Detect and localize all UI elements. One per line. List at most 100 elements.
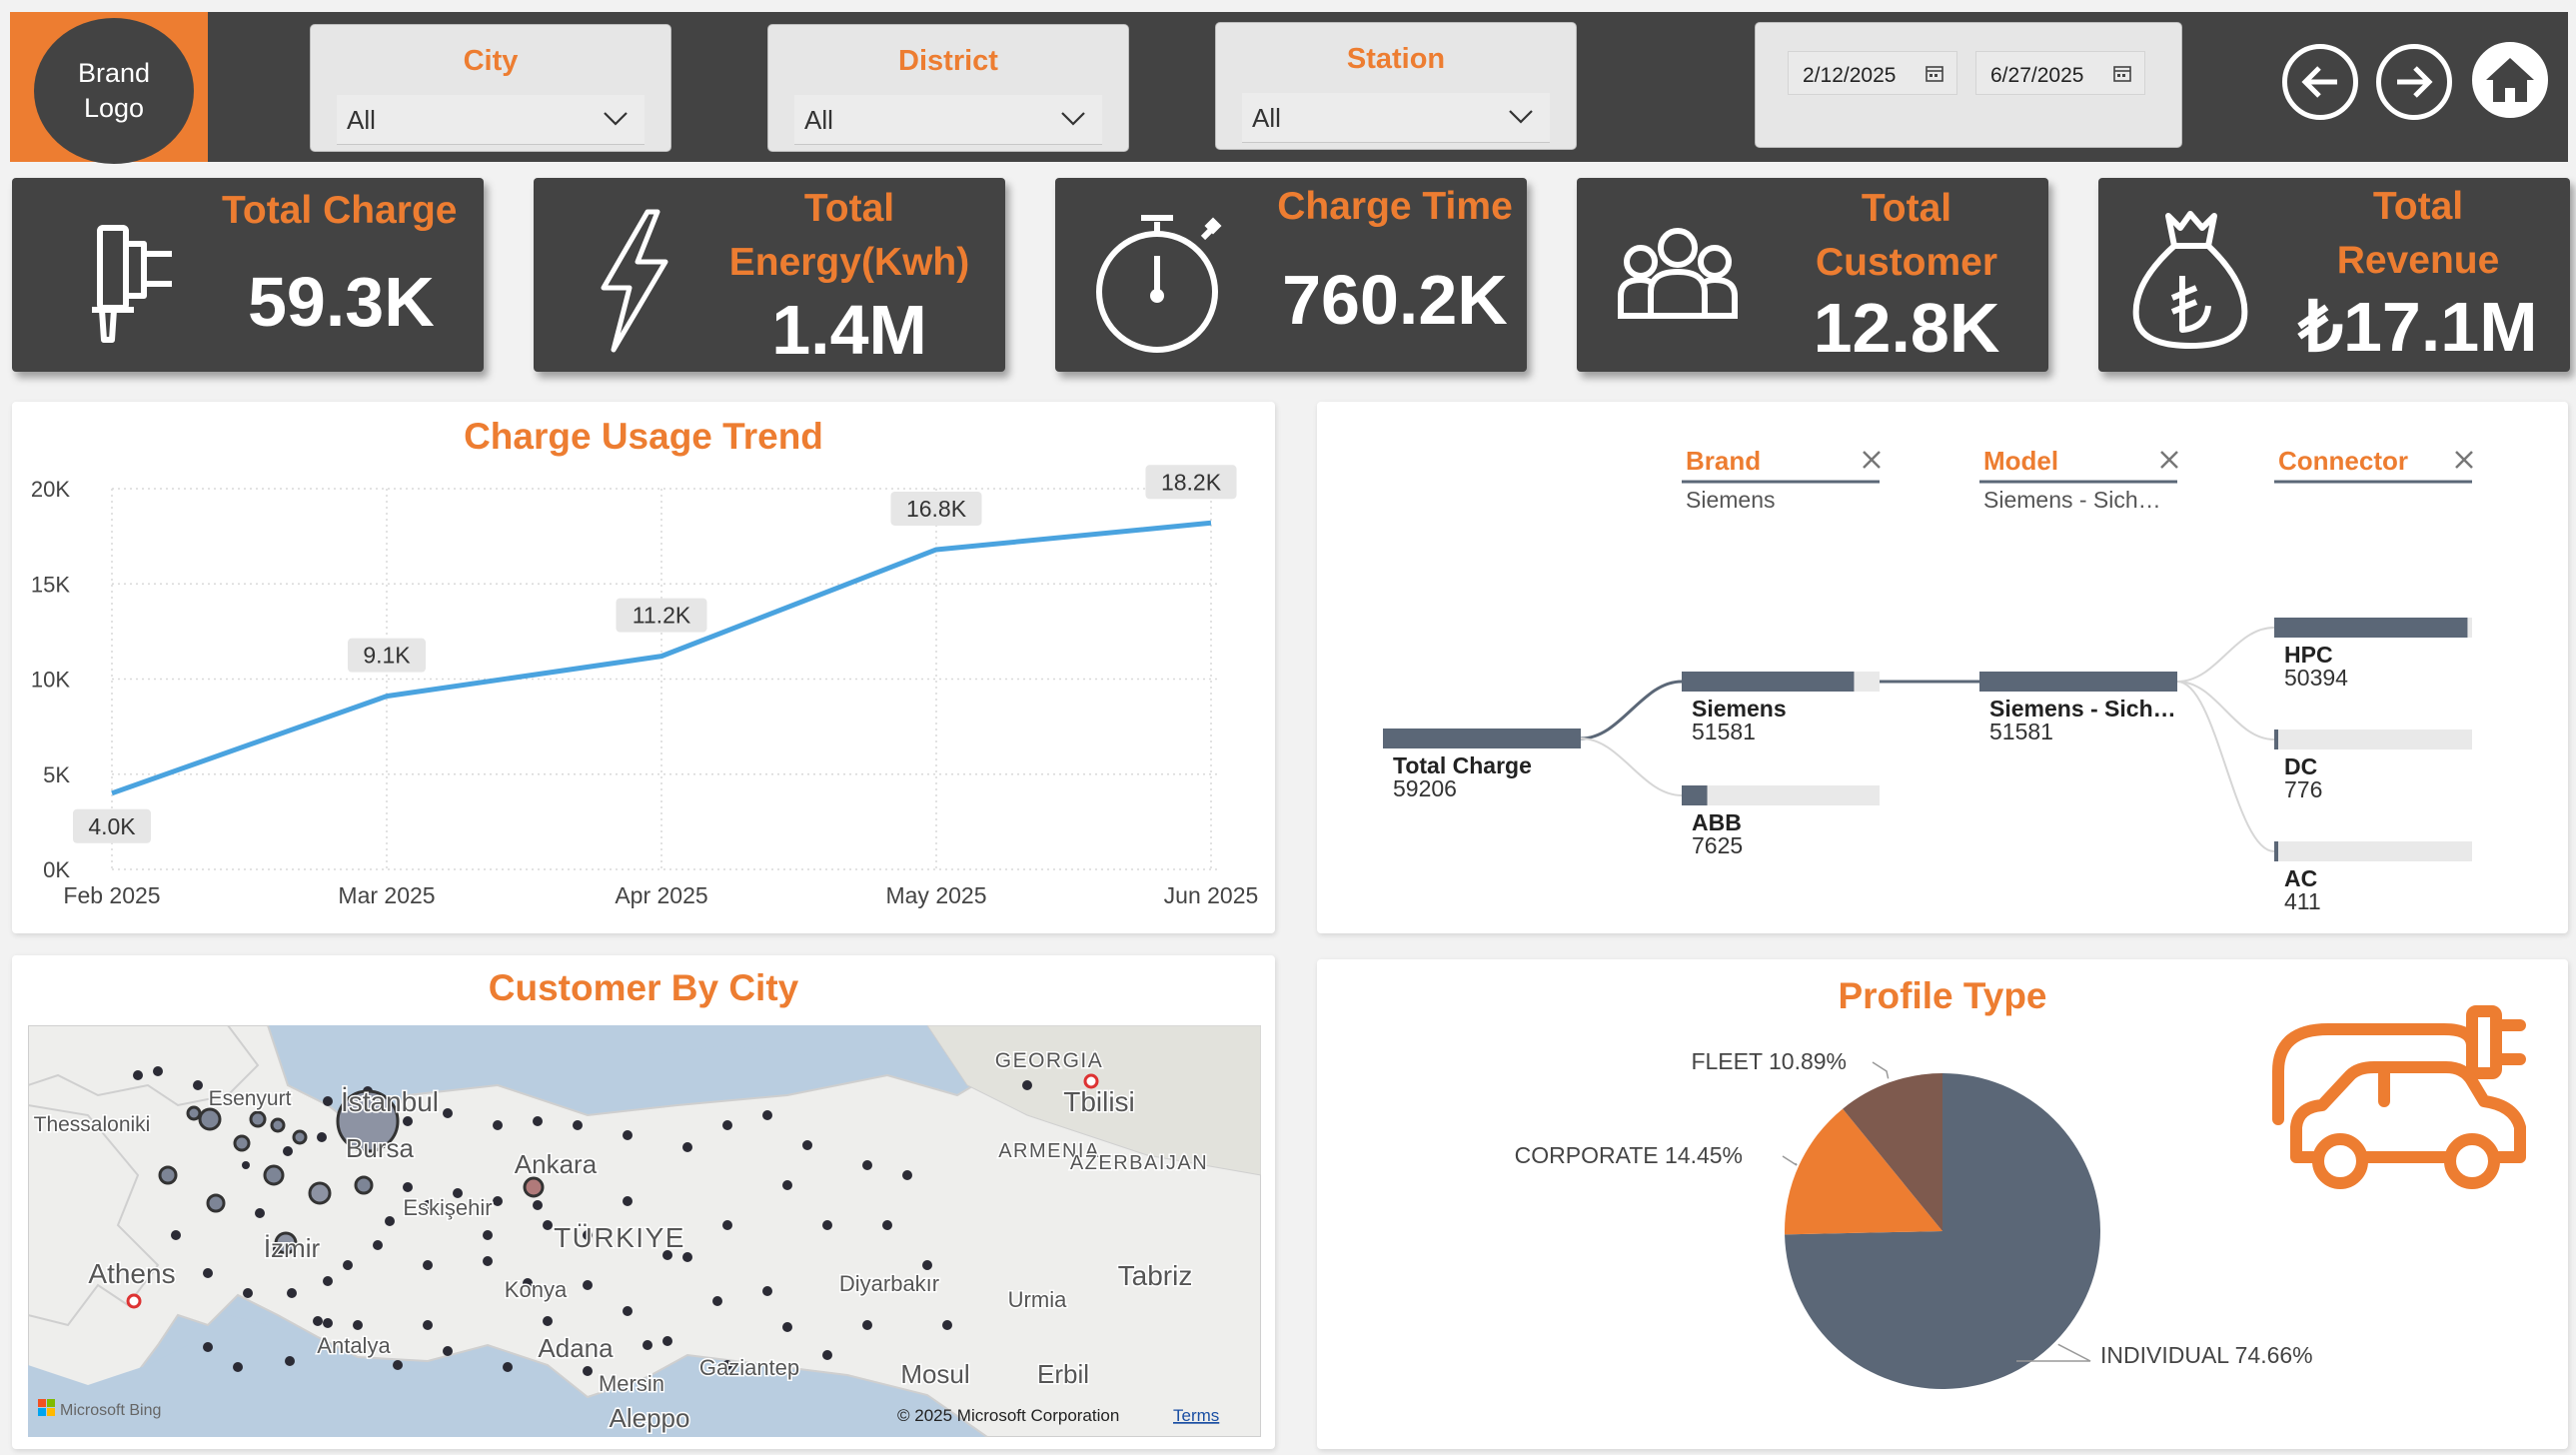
decomposition-tree[interactable]: Brand Siemens Model Siemens - Sich… Connecto… — [1317, 402, 2568, 933]
city-bubble — [133, 1070, 143, 1080]
x-tick-label: Jun 2025 — [1164, 882, 1259, 908]
city-bubble — [443, 1108, 453, 1118]
city-bubble — [922, 1260, 932, 1270]
node-track — [2274, 729, 2472, 749]
city-bubble — [423, 1260, 433, 1270]
station-slicer[interactable]: Station All — [1215, 22, 1577, 150]
calendar-icon[interactable] — [1925, 63, 1944, 83]
map-place-label: Athens — [88, 1258, 175, 1289]
x-tick-label: Apr 2025 — [615, 882, 707, 908]
city-bubble — [1022, 1080, 1032, 1090]
data-label: 9.1K — [363, 643, 411, 669]
end-date-field[interactable]: 6/27/2025 — [1975, 51, 2145, 95]
city-bubble — [153, 1066, 163, 1076]
city-bubble — [493, 1196, 503, 1206]
date-range-slicer[interactable]: 2/12/2025 6/27/2025 — [1755, 22, 2182, 148]
city-bubble — [373, 1240, 383, 1250]
calendar-icon[interactable] — [2112, 63, 2132, 83]
map-place-label: Mersin — [599, 1371, 664, 1396]
city-slicer[interactable]: City All — [310, 24, 671, 152]
city-bubble — [285, 1356, 295, 1366]
city-bubble — [712, 1296, 722, 1306]
district-dropdown[interactable]: All — [794, 95, 1102, 145]
map-place-label: Tbilisi — [1063, 1086, 1135, 1117]
forward-button[interactable] — [2376, 44, 2452, 120]
back-arrow-icon — [2301, 66, 2337, 98]
district-slicer[interactable]: District All — [767, 24, 1129, 152]
customer-map[interactable]: Thessaloniki Esenyurt İstanbul Bursa Ankara E… — [28, 1025, 1261, 1437]
node-track — [2274, 841, 2472, 861]
city-bubble — [423, 1320, 433, 1330]
map-place-label: Bursa — [346, 1133, 414, 1163]
city-bubble — [623, 1196, 633, 1206]
city-bubble — [255, 1208, 265, 1218]
kpi-title: Total Customer — [1815, 187, 1998, 284]
city-bubble — [198, 1107, 222, 1131]
city-bubble — [942, 1320, 952, 1330]
connector-line — [1580, 737, 1683, 796]
node-bar — [2274, 729, 2278, 749]
start-date-field[interactable]: 2/12/2025 — [1788, 51, 1957, 95]
city-bubble — [233, 1134, 251, 1152]
city-bubble — [623, 1306, 633, 1316]
node-bar — [2274, 618, 2468, 638]
city-bubble — [323, 1276, 333, 1286]
level-selection: Siemens - Sich… — [1983, 487, 2161, 513]
stopwatch-icon — [1096, 215, 1222, 353]
pie-label: FLEET 10.89% — [1691, 1048, 1847, 1074]
city-bubble — [353, 1320, 363, 1330]
city-dropdown[interactable]: All — [337, 95, 644, 145]
chevron-down-icon — [1061, 112, 1085, 126]
pie-leader-line — [1782, 1155, 1798, 1166]
map-attribution: Microsoft Bing — [60, 1402, 161, 1419]
district-slicer-title: District — [898, 45, 998, 77]
home-button[interactable] — [2472, 42, 2548, 118]
station-dropdown[interactable]: All — [1242, 93, 1550, 143]
kpi-value: 59.3K — [248, 263, 435, 341]
city-bubble — [862, 1160, 872, 1170]
back-button[interactable] — [2282, 44, 2358, 120]
map-terms-link[interactable]: Terms — [1173, 1406, 1219, 1425]
city-bubble — [233, 1362, 243, 1372]
map-place-label: İstanbul — [341, 1086, 439, 1117]
map-place-label: Konya — [505, 1277, 568, 1302]
data-label: 18.2K — [1161, 469, 1222, 495]
node-value: 776 — [2284, 776, 2322, 802]
kpi-charge-time: Charge Time 760.2K — [1055, 178, 1527, 372]
city-bubble — [283, 1146, 293, 1156]
kpi-title: Total Revenue — [2336, 185, 2500, 282]
brand-logo-text: Brand Logo — [34, 18, 194, 164]
profile-type-card: Profile Type INDIVIDUAL 74.66% CORPORATE … — [1317, 959, 2568, 1449]
city-bubble — [623, 1130, 633, 1140]
city-bubble — [171, 1230, 181, 1240]
city-bubble — [682, 1252, 692, 1262]
map-place-label: Diyarbakır — [839, 1271, 939, 1296]
forward-arrow-icon — [2397, 66, 2433, 98]
kpi-value: 1.4M — [771, 291, 927, 369]
level-header: Model — [1983, 446, 2058, 476]
logo-square — [38, 1408, 46, 1416]
chevron-down-icon — [1509, 110, 1533, 124]
kpi-title: Charge Time — [1277, 185, 1513, 228]
map-place-label: Esenyurt — [209, 1087, 292, 1110]
node-value: 51581 — [1989, 719, 2053, 744]
city-bubble — [902, 1170, 912, 1180]
map-place-label: Thessaloniki — [34, 1113, 151, 1136]
pie-leader-line — [1872, 1061, 1890, 1079]
charge-usage-line-chart[interactable]: 0K 5K 10K 15K 20K Feb 2025 Mar 2025 Apr 2025 May… — [12, 402, 1275, 933]
pie-label: CORPORATE 14.45% — [1515, 1142, 1743, 1168]
kpi-title: Total Energy(Kwh) — [728, 187, 970, 284]
node-bar — [1979, 672, 2177, 692]
logo-square — [47, 1399, 55, 1407]
y-tick-label: 20K — [31, 477, 70, 502]
city-bubble — [242, 1161, 250, 1169]
end-date-value: 6/27/2025 — [1990, 64, 2084, 87]
y-tick-label: 10K — [31, 668, 70, 693]
city-bubble — [354, 1175, 374, 1195]
city-bubble — [249, 1110, 267, 1128]
city-bubble — [193, 1080, 203, 1090]
x-tick-label: Mar 2025 — [338, 882, 435, 908]
connector-line — [1580, 680, 1683, 740]
level-header: Connector — [2278, 446, 2408, 476]
x-tick-label: Feb 2025 — [63, 882, 160, 908]
